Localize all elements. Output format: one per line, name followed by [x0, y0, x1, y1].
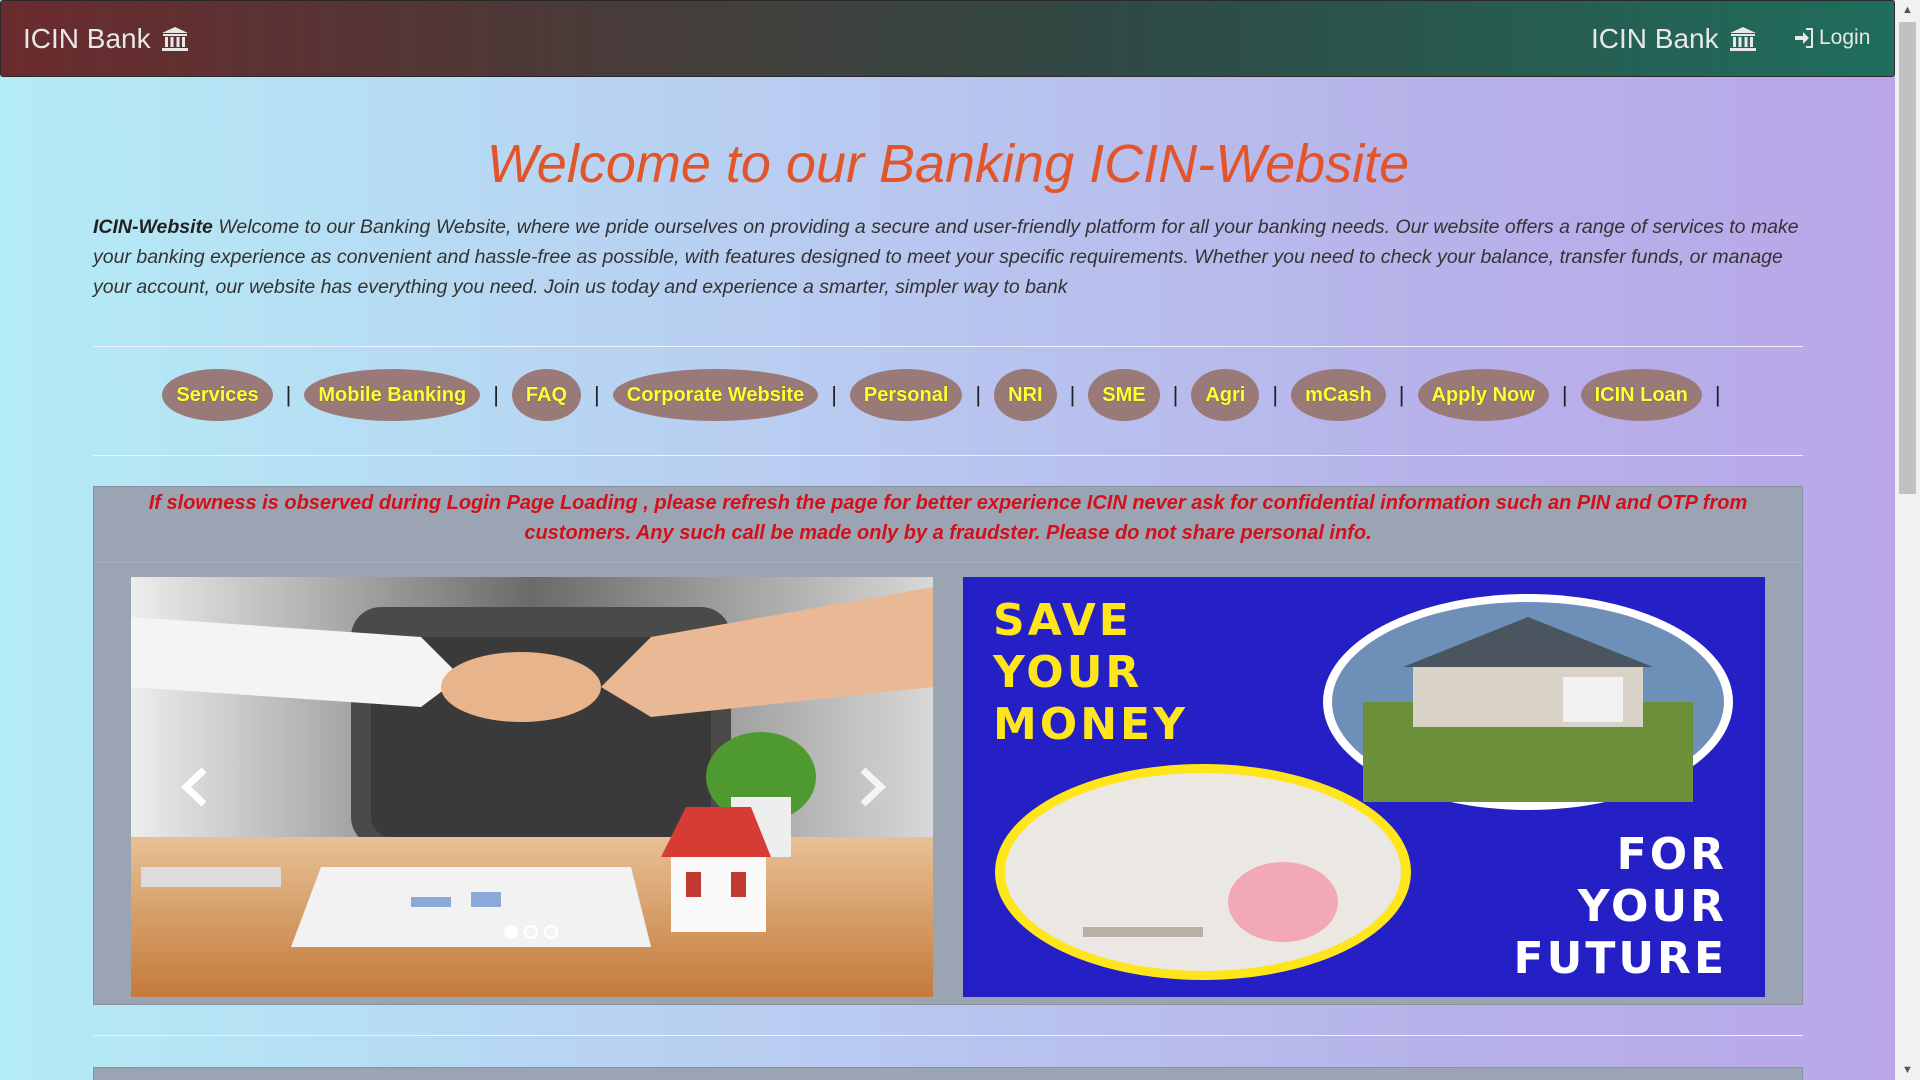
- nav-link-mobile-banking[interactable]: Mobile Banking: [304, 369, 481, 421]
- carousel-indicator[interactable]: [504, 925, 518, 939]
- promo-banner[interactable]: SAVE YOUR MONEY FOR YOUR FUTURE: [963, 577, 1765, 997]
- bank-icon: [1729, 27, 1756, 51]
- top-navbar: ICIN Bank ICIN Bank Login: [0, 0, 1895, 77]
- next-section-panel: [93, 1067, 1803, 1080]
- scroll-up-arrow-icon[interactable]: ▲: [1895, 0, 1920, 20]
- nav-link-sme[interactable]: SME: [1088, 369, 1160, 421]
- nav-separator: |: [1272, 382, 1279, 407]
- nav-link-services[interactable]: Services: [162, 369, 273, 421]
- brand-right-label: ICIN Bank: [1591, 23, 1719, 54]
- bank-icon: [161, 27, 188, 51]
- login-label: Login: [1819, 26, 1871, 49]
- intro-paragraph: ICIN-Website Welcome to our Banking Webs…: [93, 212, 1803, 302]
- scroll-down-arrow-icon[interactable]: ▼: [1895, 1060, 1920, 1080]
- quick-links-nav: Services | Mobile Banking | FAQ | Corporate We…: [93, 369, 1803, 421]
- nav-separator: |: [831, 382, 837, 407]
- nav-link-apply-now[interactable]: Apply Now: [1417, 369, 1549, 421]
- intro-strong: ICIN-Website: [93, 216, 213, 238]
- nav-separator: |: [1398, 382, 1405, 407]
- chevron-right-icon[interactable]: [851, 762, 891, 812]
- chevron-left-icon[interactable]: [176, 762, 216, 812]
- nav-separator: |: [975, 382, 982, 407]
- nav-link-icin-loan[interactable]: ICIN Loan: [1580, 369, 1702, 421]
- page-title: Welcome to our Banking ICIN-Website: [486, 134, 1410, 194]
- sign-in-icon: [1795, 28, 1813, 48]
- login-link[interactable]: Login: [1793, 26, 1870, 50]
- brand-right[interactable]: ICIN Bank: [1591, 23, 1757, 55]
- nav-separator: |: [1069, 382, 1076, 407]
- nav-separator: |: [1714, 382, 1721, 407]
- promo-tagline-line: FUTURE: [1513, 933, 1727, 984]
- promo-tagline-line: YOUR: [1577, 881, 1727, 932]
- page-scrollbar[interactable]: ▲ ▼: [1895, 0, 1920, 1080]
- nav-separator: |: [285, 382, 292, 407]
- nav-separator: |: [1172, 382, 1179, 407]
- nav-separator: |: [594, 382, 600, 407]
- nav-link-personal[interactable]: Personal: [849, 369, 963, 421]
- nav-link-faq[interactable]: FAQ: [511, 369, 582, 421]
- nav-link-agri[interactable]: Agri: [1191, 369, 1260, 421]
- carousel-indicators: [504, 925, 558, 939]
- nav-link-corporate-website[interactable]: Corporate Website: [612, 369, 819, 421]
- promo-headline-line: SAVE: [993, 595, 1132, 646]
- promo-headline: SAVE YOUR MONEY: [993, 595, 1188, 751]
- divider: [93, 1035, 1803, 1036]
- carousel-indicator[interactable]: [524, 925, 538, 939]
- divider: [93, 455, 1803, 456]
- promo-headline-line: MONEY: [993, 699, 1188, 750]
- brand-left[interactable]: ICIN Bank: [23, 23, 189, 55]
- carousel-indicator[interactable]: [544, 925, 558, 939]
- promo-tagline-line: FOR: [1616, 829, 1727, 880]
- nav-link-mcash[interactable]: mCash: [1291, 369, 1386, 421]
- nav-separator: |: [1561, 382, 1568, 407]
- nav-separator: |: [493, 382, 499, 407]
- nav-link-nri[interactable]: NRI: [994, 369, 1057, 421]
- brand-left-label: ICIN Bank: [23, 23, 151, 54]
- divider: [93, 346, 1803, 347]
- security-notice: If slowness is observed during Login Pag…: [94, 487, 1802, 563]
- image-carousel[interactable]: [131, 577, 933, 997]
- promo-tagline: FOR YOUR FUTURE: [1514, 829, 1727, 985]
- scroll-thumb[interactable]: [1899, 22, 1916, 494]
- promo-headline-line: YOUR: [993, 647, 1143, 698]
- intro-text: Welcome to our Banking Website, where we…: [93, 216, 1799, 298]
